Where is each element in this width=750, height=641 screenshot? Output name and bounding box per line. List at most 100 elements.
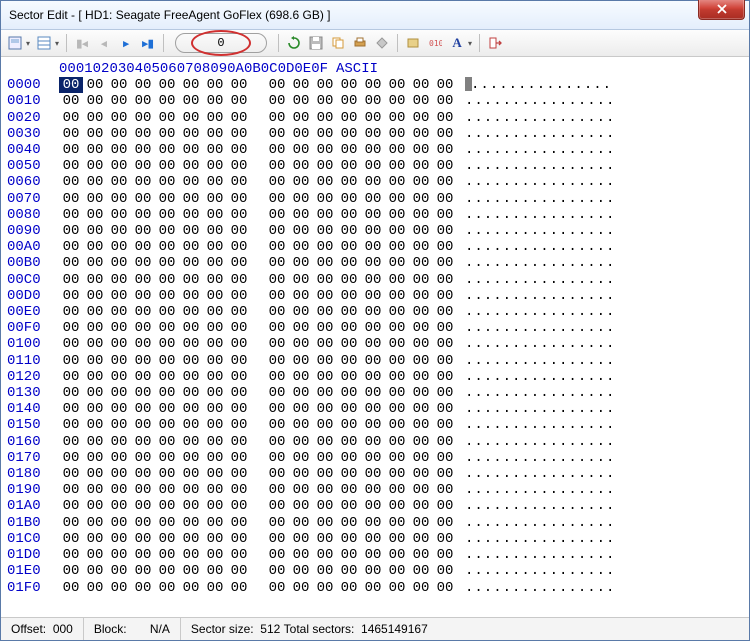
hex-byte[interactable]: 00	[409, 580, 433, 596]
hex-byte[interactable]: 00	[131, 255, 155, 271]
hex-byte[interactable]: 00	[131, 239, 155, 255]
hex-byte[interactable]: 00	[265, 320, 289, 336]
hex-byte[interactable]: 00	[131, 110, 155, 126]
hex-byte[interactable]: 00	[409, 498, 433, 514]
hex-byte[interactable]: 00	[227, 207, 251, 223]
hex-byte[interactable]: 00	[313, 174, 337, 190]
hex-byte[interactable]: 00	[313, 580, 337, 596]
hex-byte[interactable]: 00	[409, 369, 433, 385]
hex-byte[interactable]: 00	[227, 547, 251, 563]
hex-byte[interactable]: 00	[83, 304, 107, 320]
ascii-cell[interactable]: ................	[465, 223, 615, 239]
hex-byte[interactable]: 00	[313, 207, 337, 223]
hex-byte[interactable]: 00	[107, 547, 131, 563]
hex-byte[interactable]: 00	[433, 353, 457, 369]
hex-byte[interactable]: 00	[227, 515, 251, 531]
hex-byte[interactable]: 00	[107, 191, 131, 207]
hex-byte[interactable]: 00	[289, 417, 313, 433]
hex-byte[interactable]: 00	[83, 255, 107, 271]
hex-byte[interactable]: 00	[265, 498, 289, 514]
hex-byte[interactable]: 00	[107, 288, 131, 304]
hex-byte[interactable]: 00	[59, 369, 83, 385]
hex-byte[interactable]: 00	[59, 320, 83, 336]
hex-byte[interactable]: 00	[83, 580, 107, 596]
hex-byte[interactable]: 00	[433, 191, 457, 207]
hex-byte[interactable]: 00	[131, 531, 155, 547]
hex-byte[interactable]: 00	[361, 272, 385, 288]
hex-byte[interactable]: 00	[385, 320, 409, 336]
hex-byte[interactable]: 00	[313, 142, 337, 158]
ascii-cell[interactable]: ................	[465, 255, 615, 271]
hex-byte[interactable]: 00	[155, 434, 179, 450]
hex-byte[interactable]: 00	[337, 369, 361, 385]
hex-byte[interactable]: 00	[179, 304, 203, 320]
hex-byte[interactable]: 00	[155, 417, 179, 433]
ascii-cell[interactable]: ................	[465, 93, 615, 109]
hex-byte[interactable]: 00	[289, 77, 313, 93]
hex-byte[interactable]: 00	[385, 401, 409, 417]
hex-byte[interactable]: 00	[433, 272, 457, 288]
hex-byte[interactable]: 00	[203, 417, 227, 433]
ascii-cell[interactable]: ................	[465, 320, 615, 336]
exit-button[interactable]	[485, 33, 505, 53]
hex-byte[interactable]: 00	[227, 450, 251, 466]
hex-byte[interactable]: 00	[361, 385, 385, 401]
hex-byte[interactable]: 00	[107, 304, 131, 320]
hex-byte[interactable]: 00	[179, 207, 203, 223]
hex-byte[interactable]: 00	[59, 223, 83, 239]
hex-byte[interactable]: 00	[227, 466, 251, 482]
hex-byte[interactable]: 00	[361, 304, 385, 320]
chevron-down-icon[interactable]: ▾	[468, 39, 472, 48]
hex-byte[interactable]: 00	[289, 320, 313, 336]
hex-byte[interactable]: 00	[265, 272, 289, 288]
hex-byte[interactable]: 00	[107, 482, 131, 498]
hex-byte[interactable]: 00	[337, 498, 361, 514]
hex-byte[interactable]: 00	[289, 466, 313, 482]
hex-byte[interactable]: 00	[227, 142, 251, 158]
hex-byte[interactable]: 00	[155, 255, 179, 271]
chevron-down-icon[interactable]: ▾	[55, 39, 59, 48]
hex-byte[interactable]: 00	[179, 401, 203, 417]
hex-byte[interactable]: 00	[361, 191, 385, 207]
hex-byte[interactable]: 00	[83, 174, 107, 190]
hex-byte[interactable]: 00	[131, 191, 155, 207]
hex-byte[interactable]: 00	[313, 417, 337, 433]
ascii-cell[interactable]: ................	[465, 580, 615, 596]
hex-byte[interactable]: 00	[409, 547, 433, 563]
hex-byte[interactable]: 00	[409, 401, 433, 417]
hex-byte[interactable]: 00	[337, 191, 361, 207]
hex-byte[interactable]: 00	[337, 531, 361, 547]
hex-byte[interactable]: 00	[131, 174, 155, 190]
open-menu-button[interactable]	[5, 33, 25, 53]
ascii-cell[interactable]: ...............	[465, 77, 612, 93]
hex-byte[interactable]: 00	[203, 531, 227, 547]
hex-byte[interactable]: 00	[179, 77, 203, 93]
hex-byte[interactable]: 00	[289, 255, 313, 271]
hex-byte[interactable]: 00	[83, 369, 107, 385]
hex-byte[interactable]: 00	[131, 547, 155, 563]
hex-byte[interactable]: 00	[131, 158, 155, 174]
hex-byte[interactable]: 00	[385, 547, 409, 563]
ascii-cell[interactable]: ................	[465, 126, 615, 142]
hex-byte[interactable]: 00	[433, 547, 457, 563]
hex-byte[interactable]: 00	[289, 207, 313, 223]
ascii-cell[interactable]: ................	[465, 369, 615, 385]
hex-byte[interactable]: 00	[265, 353, 289, 369]
hex-byte[interactable]: 00	[313, 255, 337, 271]
hex-byte[interactable]: 00	[337, 255, 361, 271]
hex-byte[interactable]: 00	[203, 369, 227, 385]
nav-next-button[interactable]: ▸	[116, 33, 136, 53]
hex-byte[interactable]: 00	[155, 401, 179, 417]
hex-byte[interactable]: 00	[385, 158, 409, 174]
hex-byte[interactable]: 00	[313, 320, 337, 336]
hex-byte[interactable]: 00	[265, 434, 289, 450]
hex-byte[interactable]: 00	[83, 515, 107, 531]
ascii-cell[interactable]: ................	[465, 434, 615, 450]
hex-byte[interactable]: 00	[131, 223, 155, 239]
hex-byte[interactable]: 00	[361, 417, 385, 433]
hex-byte[interactable]: 00	[155, 498, 179, 514]
hex-byte[interactable]: 00	[59, 142, 83, 158]
hex-byte[interactable]: 00	[337, 466, 361, 482]
hex-byte[interactable]: 00	[155, 239, 179, 255]
hex-byte[interactable]: 00	[337, 353, 361, 369]
